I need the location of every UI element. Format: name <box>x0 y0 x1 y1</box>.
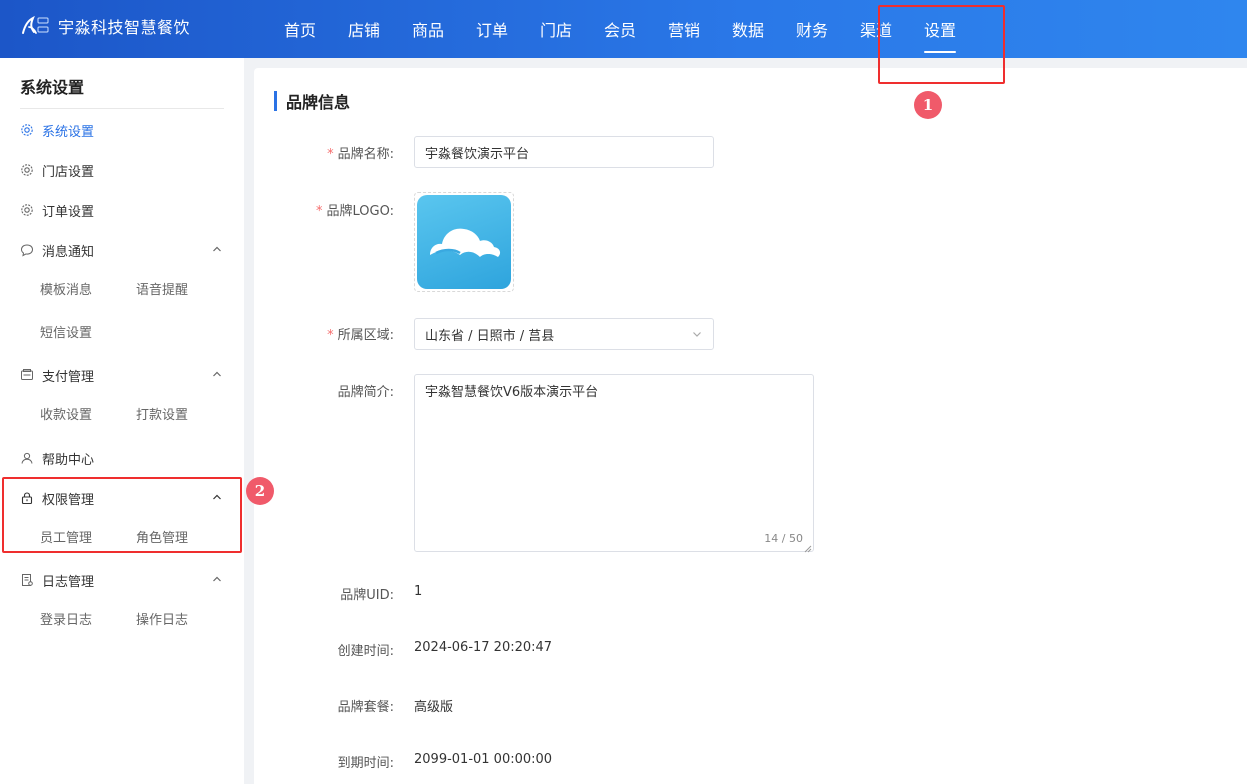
main-content: 品牌信息 * 品牌名称: 宇淼餐饮演示平台 * 品牌LOGO: * 所属区域: 山东省… <box>254 68 1247 784</box>
main-nav: 首页 店铺 商品 订单 门店 会员 营销 数据 财务 渠道 设置 <box>268 0 972 58</box>
sidebar-item-label: 系统设置 <box>42 124 95 140</box>
sidebar-title: 系统设置 <box>20 78 85 97</box>
uid-label: 品牌UID: <box>340 588 394 603</box>
uid-value: 1 <box>414 584 423 599</box>
nav-item-products[interactable]: 商品 <box>396 0 460 58</box>
intro-textarea[interactable]: 宇淼智慧餐饮V6版本演示平台 14 / 50 <box>414 374 814 553</box>
nav-item-orders[interactable]: 订单 <box>460 0 524 58</box>
gear-icon <box>20 163 34 177</box>
chevron-up-icon <box>210 367 224 381</box>
user-icon <box>20 451 34 465</box>
document-icon <box>20 573 34 587</box>
required-mark: * <box>327 328 334 343</box>
section-title: 品牌信息 <box>286 93 351 112</box>
sidebar-subitem-template-messages[interactable]: 模板消息 <box>40 279 92 298</box>
annotation-box-settings <box>878 5 1005 84</box>
brand-name-input[interactable]: 宇淼餐饮演示平台 <box>414 136 714 168</box>
nav-item-shop[interactable]: 店铺 <box>332 0 396 58</box>
nav-item-data[interactable]: 数据 <box>716 0 780 58</box>
nav-item-home[interactable]: 首页 <box>268 0 332 58</box>
brand-name-label: * 品牌名称: <box>254 143 394 162</box>
chevron-up-icon <box>210 572 224 586</box>
wallet-icon <box>20 368 34 382</box>
sidebar-item-logs[interactable]: 日志管理 <box>20 568 224 592</box>
sidebar-item-label: 订单设置 <box>42 204 95 220</box>
char-counter: 14 / 50 <box>764 532 803 545</box>
sidebar-item-store-settings[interactable]: 门店设置 <box>20 158 224 182</box>
sidebar-subitem-sms-settings[interactable]: 短信设置 <box>40 322 92 341</box>
package-label: 品牌套餐: <box>337 700 394 715</box>
brand-logo-icon <box>20 15 50 37</box>
sidebar-subitem-voice-reminder[interactable]: 语音提醒 <box>136 279 188 298</box>
created-time-label: 创建时间: <box>337 644 394 659</box>
region-select-value: 山东省 / 日照市 / 莒县 <box>425 328 555 344</box>
chevron-up-icon <box>210 242 224 256</box>
expire-time-label: 到期时间: <box>337 756 394 771</box>
section-header: 品牌信息 <box>274 90 350 112</box>
sidebar-item-label: 帮助中心 <box>42 452 95 468</box>
required-mark: * <box>316 204 323 219</box>
annotation-marker-1: 1 <box>914 91 942 119</box>
sidebar-item-payment[interactable]: 支付管理 <box>20 363 224 387</box>
intro-label: 品牌简介: <box>337 385 394 400</box>
brand-name-label-text: 品牌名称: <box>337 147 394 162</box>
expire-time-value: 2099-01-01 00:00:00 <box>414 752 553 767</box>
brand-logo-upload[interactable] <box>414 192 514 292</box>
region-label: * 所属区域: <box>254 324 394 343</box>
sidebar-item-help-center[interactable]: 帮助中心 <box>20 446 224 470</box>
nav-item-finance[interactable]: 财务 <box>780 0 844 58</box>
sidebar-subitem-collection-settings[interactable]: 收款设置 <box>40 404 92 423</box>
top-navigation-bar: 宇淼科技智慧餐饮 首页 店铺 商品 订单 门店 会员 营销 数据 财务 渠道 设… <box>0 0 1247 58</box>
brand-logo-label-text: 品牌LOGO: <box>326 204 394 219</box>
brand-logo-label: * 品牌LOGO: <box>254 200 394 219</box>
sidebar-item-label: 门店设置 <box>42 164 95 180</box>
cloud-logo-image <box>417 195 511 289</box>
brand[interactable]: 宇淼科技智慧餐饮 <box>20 14 190 38</box>
region-label-text: 所属区域: <box>337 328 394 343</box>
sidebar-item-system-settings[interactable]: 系统设置 <box>20 118 224 142</box>
sidebar: 系统设置 系统设置 门店设置 订单设置 消息通知 模板消息 语音提醒 短信设置 <box>0 58 244 784</box>
created-time-value: 2024-06-17 20:20:47 <box>414 640 553 655</box>
sidebar-item-label: 支付管理 <box>42 369 95 385</box>
sidebar-subitem-login-logs[interactable]: 登录日志 <box>40 609 92 628</box>
section-accent-bar <box>274 91 277 111</box>
nav-item-stores[interactable]: 门店 <box>524 0 588 58</box>
gear-icon <box>20 203 34 217</box>
region-select[interactable]: 山东省 / 日照市 / 莒县 <box>414 318 714 350</box>
sidebar-item-label: 消息通知 <box>42 244 95 260</box>
sidebar-divider <box>20 108 224 109</box>
gear-icon <box>20 123 34 137</box>
chevron-down-icon <box>691 328 703 340</box>
required-mark: * <box>327 147 334 162</box>
chat-bubble-icon <box>20 243 34 257</box>
nav-item-marketing[interactable]: 营销 <box>652 0 716 58</box>
annotation-marker-2: 2 <box>246 477 274 505</box>
sidebar-subitem-payout-settings[interactable]: 打款设置 <box>136 404 188 423</box>
nav-item-members[interactable]: 会员 <box>588 0 652 58</box>
intro-textarea-value: 宇淼智慧餐饮V6版本演示平台 <box>425 385 599 400</box>
sidebar-subitem-operation-logs[interactable]: 操作日志 <box>136 609 188 628</box>
sidebar-item-label: 日志管理 <box>42 574 95 590</box>
annotation-box-permissions <box>2 477 242 553</box>
sidebar-item-notifications[interactable]: 消息通知 <box>20 238 224 262</box>
brand-title: 宇淼科技智慧餐饮 <box>58 18 191 37</box>
package-value: 高级版 <box>414 700 454 715</box>
resize-handle-icon[interactable] <box>804 542 812 553</box>
sidebar-item-order-settings[interactable]: 订单设置 <box>20 198 224 222</box>
